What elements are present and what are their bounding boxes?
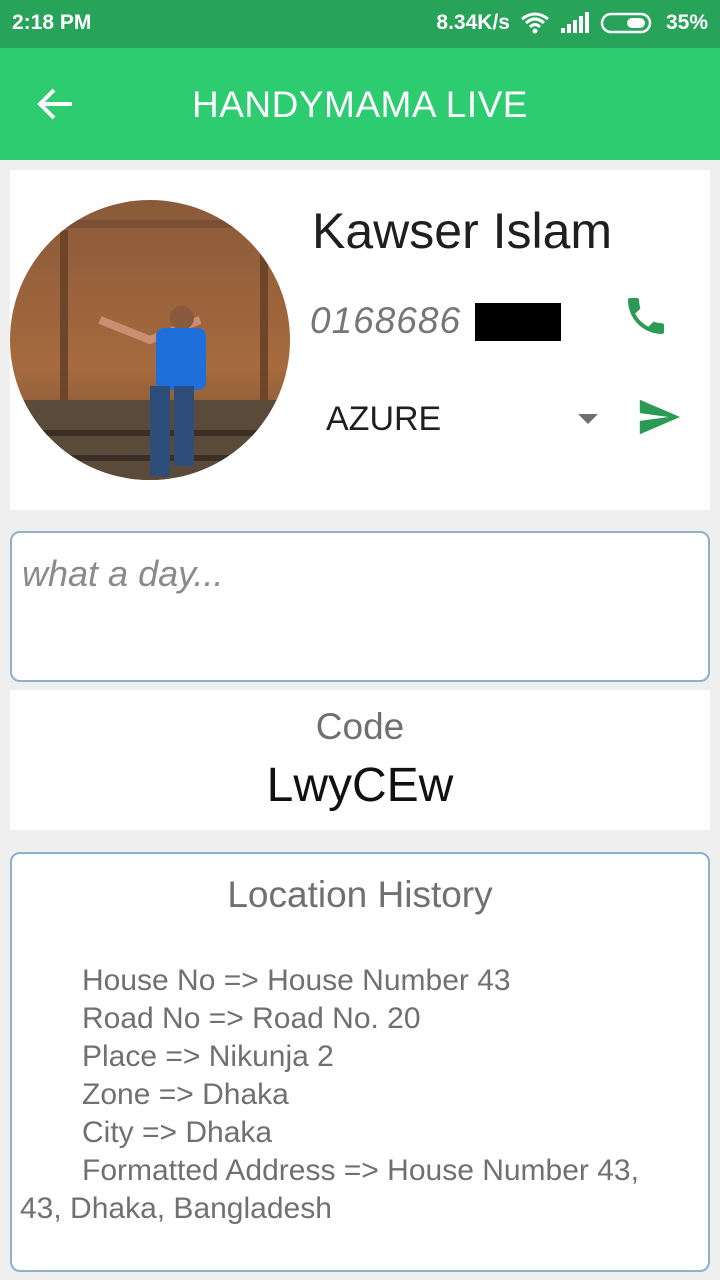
phone-redaction: [475, 303, 561, 341]
location-history-title: Location History: [227, 874, 493, 915]
history-line: Zone => Dhaka: [82, 1078, 289, 1111]
message-input[interactable]: [20, 547, 694, 601]
wifi-icon: [521, 12, 549, 34]
message-box: [10, 531, 710, 682]
status-bar: 2:18 PM 8.34K/s 35%: [0, 0, 720, 48]
contact-phone: 0168686: [310, 300, 462, 341]
status-time: 2:18 PM: [12, 11, 92, 34]
code-card: Code LwyCEw: [10, 690, 710, 830]
chevron-down-icon: [578, 414, 598, 424]
history-line: 43, Dhaka, Bangladesh: [20, 1192, 332, 1225]
app-title: HANDYMAMA LIVE: [192, 84, 528, 125]
app-bar: HANDYMAMA LIVE: [0, 48, 720, 160]
code-label: Code: [315, 706, 405, 747]
avatar: [10, 200, 290, 480]
battery-icon: [600, 12, 652, 34]
history-line: City => Dhaka: [82, 1116, 273, 1149]
location-history-card: Location History House No => House Numbe…: [10, 852, 710, 1272]
status-right-group: 8.34K/s 35%: [436, 11, 708, 35]
profile-card: Kawser Islam 0168686 AZURE: [10, 170, 710, 510]
code-value: LwyCEw: [266, 759, 454, 812]
history-line: Formatted Address => House Number 43,: [82, 1154, 639, 1187]
contact-name: Kawser Islam: [312, 203, 613, 259]
signal-icon: [560, 12, 589, 33]
send-icon[interactable]: [636, 394, 682, 440]
history-line: Place => Nikunja 2: [82, 1040, 334, 1073]
history-line: Road No => Road No. 20: [82, 1002, 421, 1035]
battery-percent: 35%: [665, 11, 708, 34]
phone-icon[interactable]: [622, 292, 670, 340]
avatar-photo: [10, 200, 290, 480]
server-dropdown[interactable]: AZURE: [322, 390, 606, 446]
network-speed: 8.34K/s: [436, 11, 510, 34]
location-history-body: House No => House Number 43 Road No => R…: [20, 962, 680, 1228]
dropdown-value: AZURE: [326, 400, 442, 438]
history-line: House No => House Number 43: [82, 964, 511, 997]
